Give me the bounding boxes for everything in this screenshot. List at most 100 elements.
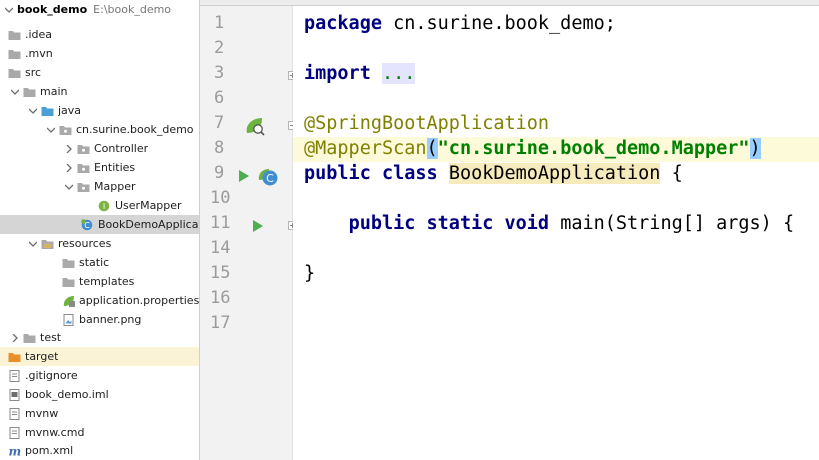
tree-item-target[interactable]: target	[0, 347, 199, 366]
tree-item-mvnw-cmd[interactable]: mvnw.cmd	[0, 423, 199, 442]
line-number: 9	[214, 163, 225, 183]
tree-item-application-properties[interactable]: application.properties	[0, 291, 200, 310]
spring-bean-gutter-icon[interactable]	[244, 116, 266, 140]
line-number: 11	[210, 213, 231, 233]
tree-item-main[interactable]: main	[0, 82, 199, 101]
tree-item-label: static	[79, 256, 110, 269]
folder-icon	[8, 48, 21, 60]
tree-item-entities[interactable]: Entities	[0, 158, 199, 177]
source-folder-icon	[41, 105, 54, 117]
keyword-class: class	[381, 163, 438, 184]
spring-class-icon: C	[81, 218, 94, 231]
folder-icon	[8, 29, 21, 41]
folded-imports[interactable]: ...	[381, 63, 416, 84]
package-icon	[77, 143, 90, 155]
chevron-down-icon[interactable]	[28, 239, 38, 249]
svg-text:C: C	[266, 172, 274, 185]
code-line-8: @MapperScan("cn.surine.book_demo.Mapper"…	[304, 138, 761, 160]
chevron-down-icon[interactable]	[4, 5, 14, 15]
text-file-icon	[8, 369, 21, 382]
tree-item-gitignore[interactable]: .gitignore	[0, 366, 199, 385]
tree-item-label: mvnw.cmd	[25, 426, 85, 439]
chevron-down-icon[interactable]	[64, 182, 74, 192]
package-name: cn.surine.book_demo;	[381, 13, 616, 34]
tree-item-label: pom.xml	[25, 444, 74, 457]
tree-item-static[interactable]: static	[0, 253, 199, 272]
code-line-7: @SpringBootApplication	[304, 113, 549, 135]
closing-brace: }	[304, 263, 316, 284]
tree-item-package-root[interactable]: cn.surine.book_demo	[0, 120, 199, 139]
tree-item-mapper[interactable]: Mapper	[0, 177, 199, 196]
line-number: 10	[210, 188, 231, 208]
tree-item-label: java	[58, 104, 82, 117]
tree-item-bookdemoapplication[interactable]: C BookDemoApplicat	[0, 215, 199, 234]
tree-item-usermapper[interactable]: I UserMapper	[0, 196, 199, 215]
class-name: BookDemoApplication	[448, 163, 661, 184]
chevron-down-icon[interactable]	[28, 106, 38, 116]
tree-item-src[interactable]: src	[0, 63, 199, 82]
paren-open: (	[426, 138, 438, 159]
tree-item-label: banner.png	[79, 313, 142, 326]
code-line-9: public class BookDemoApplication {	[304, 163, 683, 185]
text-file-icon	[8, 407, 21, 420]
excluded-folder-icon	[8, 351, 21, 363]
line-number: 8	[214, 138, 225, 158]
line-number: 3	[214, 63, 225, 83]
code-line-3: import ...	[304, 63, 416, 85]
tree-item-label: Entities	[94, 161, 136, 174]
spring-class-gutter-icon[interactable]: C	[258, 167, 280, 191]
annotation-springbootapplication: @SpringBootApplication	[304, 113, 550, 134]
line-number: 16	[210, 288, 231, 308]
chevron-right-icon[interactable]	[64, 144, 74, 154]
tree-item-label: application.properties	[79, 294, 200, 307]
folder-icon	[62, 276, 75, 288]
tree-item-label: cn.surine.book_demo	[76, 123, 194, 136]
tree-item-label: test	[40, 331, 62, 344]
chevron-right-icon[interactable]	[64, 163, 74, 173]
chevron-right-icon[interactable]	[10, 333, 20, 343]
tree-item-label: book_demo.iml	[25, 388, 109, 401]
annotation-mapperscan: @MapperScan	[304, 138, 427, 159]
tree-item-label: templates	[79, 275, 135, 288]
line-number: 17	[210, 313, 231, 333]
package-icon	[59, 124, 72, 136]
tree-item-label: Controller	[94, 142, 149, 155]
tree-root-label: book_demo	[17, 3, 88, 16]
tree-item-resources[interactable]: resources	[0, 234, 199, 253]
keyword-package: package	[304, 13, 382, 34]
code-line-15: }	[304, 263, 315, 285]
line-number: 7	[214, 113, 225, 133]
tree-item-label: Mapper	[94, 180, 136, 193]
keyword-static: static	[426, 213, 494, 234]
tree-item-label: .mvn	[25, 47, 53, 60]
folder-icon	[8, 67, 21, 79]
chevron-down-icon[interactable]	[10, 87, 20, 97]
tree-item-book-demo-iml[interactable]: book_demo.iml	[0, 385, 199, 404]
interface-icon: I	[98, 200, 111, 212]
tree-item-java[interactable]: java	[0, 101, 199, 120]
code-line-11: public static void main(String[] args) {	[304, 213, 795, 235]
chevron-down-icon[interactable]	[46, 125, 56, 135]
tree-item-mvn[interactable]: .mvn	[0, 44, 199, 63]
tree-item-mvnw[interactable]: mvnw	[0, 404, 199, 423]
tree-item-pom-xml[interactable]: m pom.xml	[0, 441, 199, 460]
line-number: 15	[210, 263, 231, 283]
tree-root-book-demo[interactable]: book_demo E:\book_demo	[0, 0, 199, 19]
tree-item-label: .gitignore	[25, 369, 78, 382]
tree-item-test[interactable]: test	[0, 328, 199, 347]
run-icon[interactable]	[238, 168, 250, 187]
editor-gutter[interactable]: 1 2 3 6 7 8 9 10 11 14 15 16 17 C	[200, 6, 293, 460]
line-number: 2	[214, 38, 225, 58]
folder-icon	[62, 257, 75, 269]
tree-item-templates[interactable]: templates	[0, 272, 199, 291]
run-icon[interactable]	[252, 218, 264, 237]
keyword-void: void	[504, 213, 550, 234]
line-number: 14	[210, 238, 231, 258]
tree-item-idea[interactable]: .idea	[0, 25, 199, 44]
keyword-import: import	[304, 63, 371, 84]
tree-item-banner-png[interactable]: banner.png	[0, 310, 199, 329]
code-rest: {	[660, 163, 683, 184]
tree-item-label: src	[25, 66, 42, 79]
tree-item-controller[interactable]: Controller	[0, 139, 199, 158]
